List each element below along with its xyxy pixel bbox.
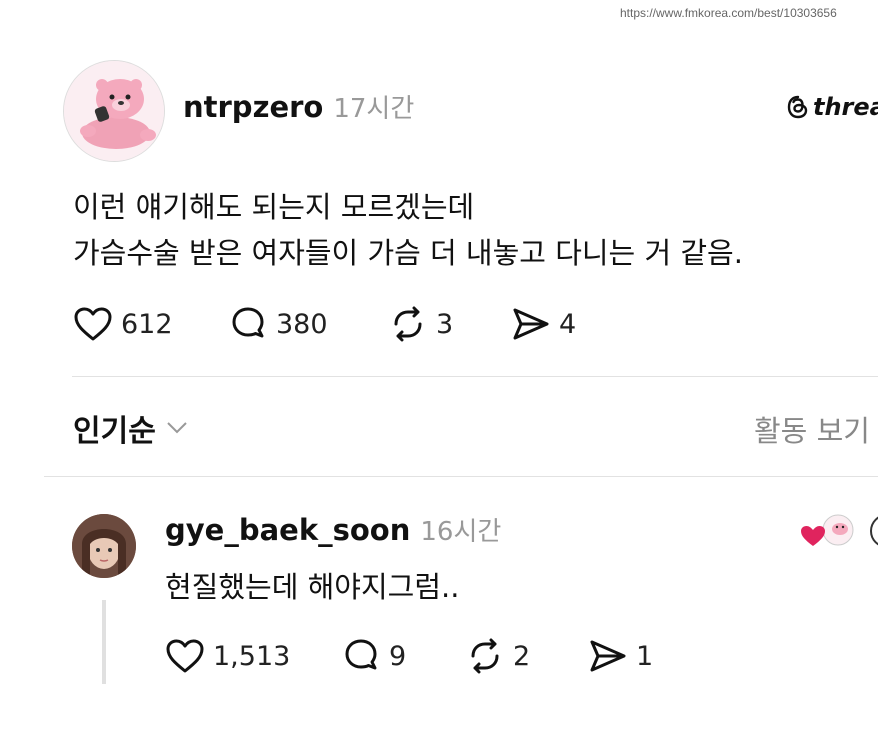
post-text-line-1: 이런 얘기해도 되는지 모르겠는데 xyxy=(73,190,475,224)
chevron-down-icon xyxy=(167,422,187,434)
post-repost-button[interactable]: 3 xyxy=(388,306,511,342)
comment-share-count: 1 xyxy=(636,640,654,672)
post-share-count: 4 xyxy=(559,308,577,340)
post-like-count: 612 xyxy=(121,308,173,340)
comment-repost-count: 2 xyxy=(513,640,531,672)
post-body: 이런 얘기해도 되는지 모르겠는데 가슴수술 받은 여자들이 가슴 더 내놓고 … xyxy=(73,184,743,276)
source-url: https://www.fmkorea.com/best/10303656 xyxy=(620,6,837,20)
post-share-button[interactable]: 4 xyxy=(511,306,576,342)
comment-bubble-icon xyxy=(232,307,264,338)
view-activity-link[interactable]: 활동 보기 xyxy=(754,408,870,450)
commenter-avatar-image xyxy=(72,514,136,578)
threads-wordmark: threa xyxy=(813,93,878,121)
threads-logo: threa xyxy=(787,93,878,121)
post-timestamp: 17시간 xyxy=(333,94,415,124)
comment-share-button[interactable]: 1 xyxy=(588,638,653,674)
comment-body: 현질했는데 해야지그럼.. xyxy=(165,570,460,604)
comment-author-name[interactable]: gye_baek_soon xyxy=(165,513,410,547)
post-reply-count: 380 xyxy=(276,308,328,340)
post-reply-button[interactable]: 380 xyxy=(228,306,388,342)
sort-label: 인기순 xyxy=(73,414,156,449)
pink-otter-avatar-image xyxy=(64,61,164,161)
sort-dropdown[interactable]: 인기순 xyxy=(73,406,188,450)
post-author-name[interactable]: ntrpzero xyxy=(183,90,323,124)
post-header: ntrpzero 17시간 xyxy=(183,88,414,125)
divider xyxy=(44,476,878,477)
threads-icon xyxy=(787,95,808,119)
comment-reply-count: 9 xyxy=(389,640,407,672)
repost-icon xyxy=(471,638,499,674)
heart-icon xyxy=(166,639,204,673)
repost-icon xyxy=(394,306,422,342)
more-options-icon[interactable] xyxy=(870,514,878,548)
author-liked-badge xyxy=(800,512,860,552)
post-like-button[interactable]: 612 xyxy=(73,306,228,342)
heart-icon xyxy=(74,307,112,341)
comment-bubble-icon xyxy=(345,639,377,670)
post-repost-count: 3 xyxy=(436,308,454,340)
comment-repost-button[interactable]: 2 xyxy=(465,638,588,674)
send-icon xyxy=(513,308,549,340)
author-avatar[interactable] xyxy=(63,60,165,162)
comment-like-count: 1,513 xyxy=(213,640,291,672)
comment-like-button[interactable]: 1,513 xyxy=(165,638,341,674)
comment-header: gye_baek_soon 16시간 xyxy=(165,511,501,548)
divider xyxy=(72,376,878,377)
send-icon xyxy=(590,640,626,672)
comment-timestamp: 16시간 xyxy=(420,517,502,547)
liked-heart-icon xyxy=(801,514,854,546)
thread-line xyxy=(102,600,106,684)
post-text-line-2: 가슴수술 받은 여자들이 가슴 더 내놓고 다니는 거 같음. xyxy=(73,236,743,270)
comment-actions: 1,513 9 2 1 xyxy=(165,638,653,674)
post-actions: 612 380 3 4 xyxy=(73,306,576,342)
commenter-avatar[interactable] xyxy=(72,514,136,578)
comment-reply-button[interactable]: 9 xyxy=(341,638,465,674)
